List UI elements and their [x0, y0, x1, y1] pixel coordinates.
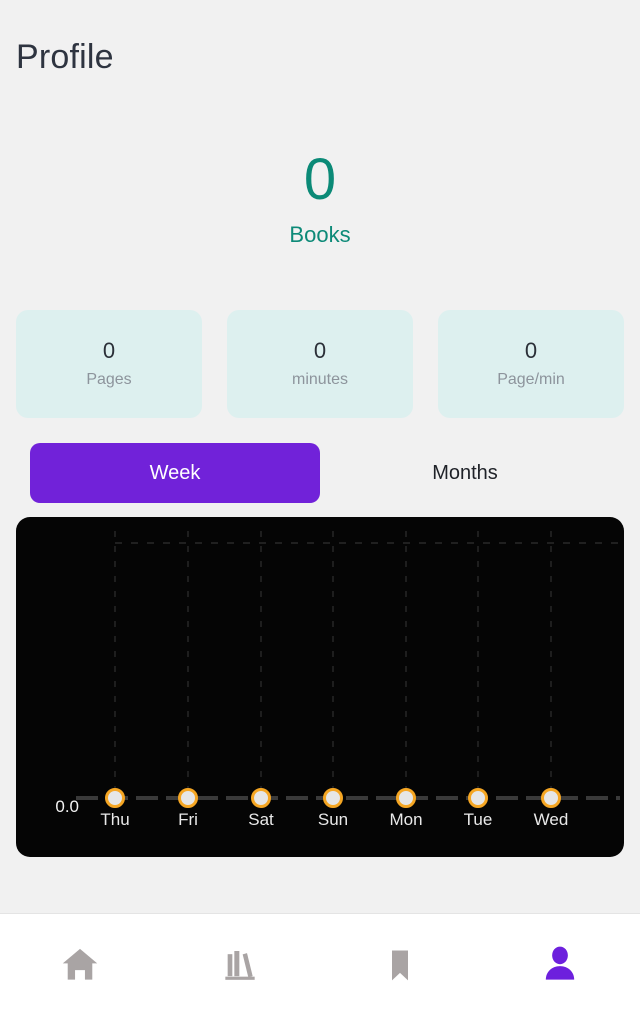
nav-item-bookmark[interactable] [320, 914, 480, 1016]
books-summary: 0 Books [0, 148, 640, 248]
person-icon [537, 942, 583, 988]
chart-xtick-mon: Mon [389, 810, 422, 830]
range-tab-bar: Week Months [30, 443, 610, 503]
nav-item-library[interactable] [160, 914, 320, 1016]
library-icon [220, 945, 260, 985]
chart-point-wed[interactable] [541, 788, 561, 808]
page-title: Profile [16, 38, 114, 77]
bottom-navigation-bar [0, 913, 640, 1016]
books-count-label: Books [0, 222, 640, 248]
nav-item-home[interactable] [0, 914, 160, 1016]
stat-label: Page/min [497, 370, 565, 390]
chart-xtick-fri: Fri [178, 810, 198, 830]
chart-point-fri[interactable] [178, 788, 198, 808]
chart-point-sat[interactable] [251, 788, 271, 808]
stat-label: minutes [292, 370, 348, 390]
books-count-value: 0 [0, 148, 640, 212]
nav-item-profile[interactable] [480, 914, 640, 1016]
chart-xtick-thu: Thu [100, 810, 129, 830]
chart-xtick-sat: Sat [248, 810, 274, 830]
stat-value: 0 [314, 338, 326, 364]
stat-label: Pages [86, 370, 131, 390]
stat-card-pages[interactable]: 0 Pages [16, 310, 202, 418]
stat-value: 0 [525, 338, 537, 364]
bookmark-icon [380, 945, 420, 985]
chart-point-tue[interactable] [468, 788, 488, 808]
chart-svg [16, 517, 624, 857]
chart-xtick-sun: Sun [318, 810, 348, 830]
tab-week[interactable]: Week [30, 443, 320, 503]
chart-point-mon[interactable] [396, 788, 416, 808]
stat-value: 0 [103, 338, 115, 364]
stat-cards-row: 0 Pages 0 minutes 0 Page/min [16, 310, 624, 418]
home-icon [58, 943, 102, 987]
chart-point-sun[interactable] [323, 788, 343, 808]
reading-activity-chart[interactable]: 0.0 Thu Fri Sat Sun Mon Tue Wed [16, 517, 624, 857]
chart-point-thu[interactable] [105, 788, 125, 808]
chart-xtick-tue: Tue [464, 810, 493, 830]
chart-xtick-wed: Wed [534, 810, 569, 830]
tab-months[interactable]: Months [320, 443, 610, 503]
chart-ytick-0: 0.0 [55, 797, 79, 817]
chart-gridlines-vertical [115, 531, 551, 802]
stat-card-minutes[interactable]: 0 minutes [227, 310, 413, 418]
stat-card-page-per-min[interactable]: 0 Page/min [438, 310, 624, 418]
